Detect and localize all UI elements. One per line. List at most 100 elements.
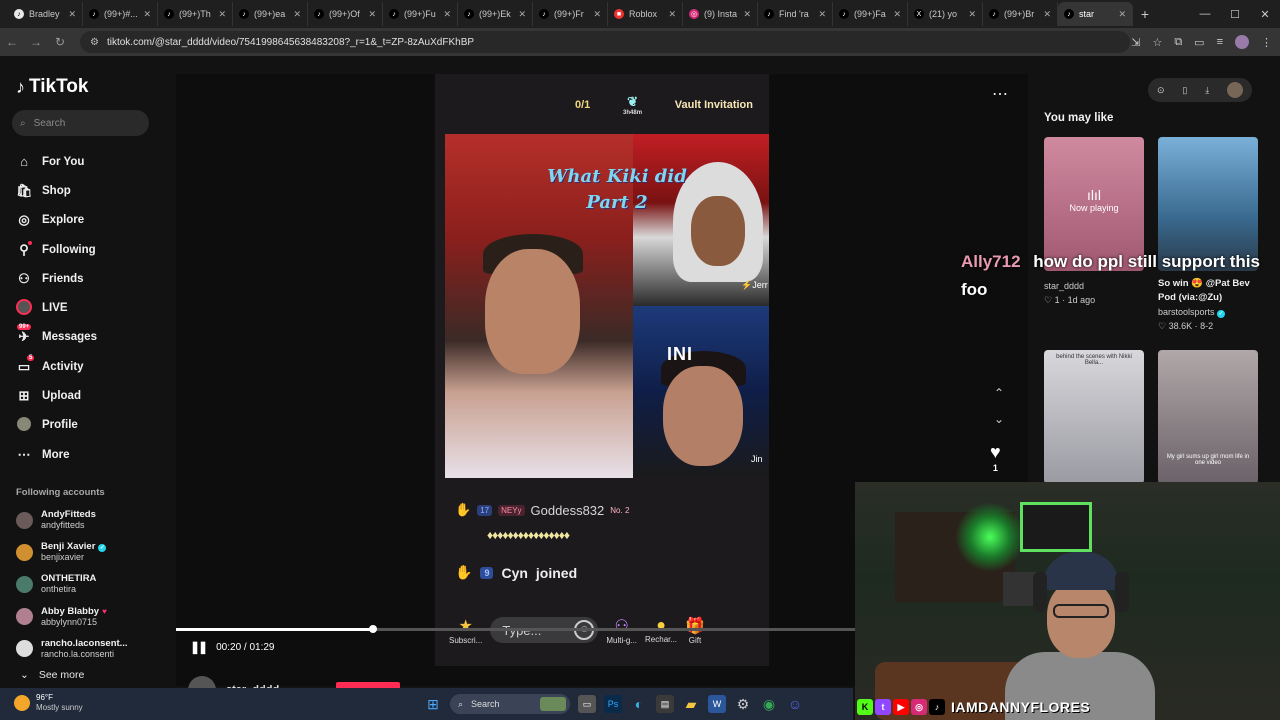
profile-avatar[interactable] — [1235, 35, 1249, 49]
more-options-icon[interactable]: ⋯ — [992, 84, 1008, 104]
pause-icon[interactable]: ❚❚ — [190, 640, 208, 654]
recommended-card[interactable]: My girl sums up girl mom life in one vid… — [1158, 350, 1258, 484]
more-icon: ⋯ — [17, 446, 31, 462]
site-info-icon[interactable]: ⚙ — [90, 37, 99, 48]
sidebar-item-explore[interactable]: ◎ Explore — [16, 206, 171, 235]
weather-widget[interactable]: 96°F Mostly sunny — [14, 693, 83, 713]
tab-label: (99+)Fr — [554, 9, 584, 19]
bookmark-star-icon[interactable]: ☆ — [1152, 36, 1162, 49]
tab-close-icon[interactable]: ✕ — [743, 9, 751, 20]
browser-tab[interactable]: ♪ (99+)Fu ✕ — [383, 2, 458, 26]
reload-icon[interactable]: ↻ — [48, 35, 72, 49]
sidepanel-icon[interactable]: ▭ — [1194, 36, 1204, 49]
account-name: AndyFitteds — [41, 509, 96, 520]
sidebar-item-messages[interactable]: ✈ Messages 99+ — [16, 323, 171, 352]
browser-tab[interactable]: ♪ Bradley ✕ — [8, 2, 83, 26]
discord-icon[interactable]: ☺ — [786, 695, 804, 713]
browser-tab[interactable]: ♪ (99+)#... ✕ — [83, 2, 158, 26]
download-icon[interactable]: ⤓ — [1205, 85, 1209, 96]
browser-tab[interactable]: ♪ (99+)ea ✕ — [233, 2, 308, 26]
menu-lines-icon[interactable]: ≡ — [1217, 36, 1223, 48]
browser-tab[interactable]: ♪ (99+)Fr ✕ — [533, 2, 608, 26]
browser-tab[interactable]: X (21) yo ✕ — [908, 2, 983, 26]
chevron-down-icon[interactable]: ⌄ — [994, 412, 1004, 426]
file-explorer-icon[interactable]: ▰ — [682, 695, 700, 713]
browser-tab[interactable]: ♪ Find 'ra ✕ — [758, 2, 833, 26]
video-frame[interactable]: 0/1 ❦ 3h48m Vault Invitation What Kiki d… — [435, 74, 769, 666]
browser-tab[interactable]: ♪ (99+)Th ✕ — [158, 2, 233, 26]
install-icon[interactable]: ⇲ — [1131, 36, 1140, 49]
tab-close-icon[interactable]: ✕ — [968, 9, 976, 20]
tab-close-icon[interactable]: ✕ — [593, 9, 601, 20]
task-view-icon[interactable]: ▭ — [578, 695, 596, 713]
sidebar-item-label: Upload — [42, 390, 81, 403]
maximize-icon[interactable]: ☐ — [1220, 8, 1250, 21]
search-input[interactable]: ⌕ Search — [12, 110, 149, 136]
tab-close-icon[interactable]: ✕ — [293, 9, 301, 20]
browser-tab[interactable]: ♪ (99+)Fa ✕ — [833, 2, 908, 26]
browser-tab[interactable]: ♪ star ✕ — [1058, 2, 1133, 26]
sidebar-item-shop[interactable]: 🛍 Shop — [16, 176, 171, 205]
live-chat-message: ✋ 17 NEYy Goddess832 No. 2 — [455, 502, 765, 518]
sidebar-item-upload[interactable]: ⊞ Upload — [16, 381, 171, 410]
windows-start-icon[interactable]: ⊞ — [424, 695, 442, 713]
card-thumbnail[interactable]: behind the scenes with Nikki Bella... — [1044, 350, 1144, 484]
sidebar-item-following[interactable]: ⚲ Following — [16, 235, 171, 264]
following-account[interactable]: AndyFitteds andyfitteds — [16, 504, 172, 536]
video-progress-bar[interactable] — [176, 625, 856, 633]
sidebar-item-profile[interactable]: Profile — [16, 411, 171, 440]
coins-icon[interactable]: ⊙ — [1157, 85, 1165, 96]
sidebar-item-more[interactable]: ⋯ More — [16, 440, 171, 469]
browser-tab[interactable]: ♪ (99+)Ek ✕ — [458, 2, 533, 26]
new-tab-button[interactable]: + — [1133, 6, 1157, 22]
phone-icon[interactable]: ▯ — [1182, 85, 1187, 96]
sidebar-item-live[interactable]: LIVE — [16, 293, 171, 322]
card-thumbnail[interactable]: My girl sums up girl mom life in one vid… — [1158, 350, 1258, 484]
like-button[interactable]: ♥ 1 — [990, 442, 1001, 473]
browser-tab[interactable]: ■ Roblox ✕ — [608, 2, 683, 26]
edge-icon[interactable]: ◐ — [630, 695, 648, 713]
url-field[interactable]: ⚙ tiktok.com/@star_dddd/video/7541998645… — [80, 31, 1130, 53]
browser-tab[interactable]: ◎ (9) Insta ✕ — [683, 2, 758, 26]
back-icon[interactable]: ← — [0, 35, 24, 49]
taskbar-search[interactable]: ⌕ Search — [450, 694, 570, 714]
panel-bottom-right — [633, 306, 769, 478]
tab-close-icon[interactable]: ✕ — [818, 9, 826, 20]
tab-close-icon[interactable]: ✕ — [518, 9, 526, 20]
tiktok-logo[interactable]: ♪ TikTok — [16, 76, 88, 98]
browser-tab[interactable]: ♪ (99+)Br ✕ — [983, 2, 1058, 26]
sidebar-item-activity[interactable]: ▭ Activity 5 — [16, 352, 171, 381]
following-account[interactable]: Abby Blabby ♥ abbylynn0715 — [16, 601, 172, 633]
forward-icon[interactable]: → — [24, 35, 48, 49]
following-account[interactable]: Benji Xavier ✓ benjixavier — [16, 536, 172, 568]
tab-close-icon[interactable]: ✕ — [1043, 9, 1051, 20]
tab-close-icon[interactable]: ✕ — [668, 9, 676, 20]
see-more-button[interactable]: ⌄ See more — [20, 669, 84, 681]
following-account[interactable]: rancho.laconsent... rancho.la.consenti — [16, 633, 172, 665]
tab-close-icon[interactable]: ✕ — [1118, 9, 1126, 20]
sidebar-item-friends[interactable]: ⚇ Friends — [16, 264, 171, 293]
tab-close-icon[interactable]: ✕ — [143, 9, 151, 20]
kebab-menu-icon[interactable]: ⋮ — [1261, 36, 1272, 49]
settings-gear-icon[interactable]: ⚙ — [734, 695, 752, 713]
chevron-up-icon[interactable]: ⌃ — [994, 386, 1004, 400]
extensions-icon[interactable]: ⧉ — [1174, 36, 1182, 49]
tab-close-icon[interactable]: ✕ — [368, 9, 376, 20]
recommended-card[interactable]: behind the scenes with Nikki Bella... — [1044, 350, 1144, 484]
browser-tab[interactable]: ♪ (99+)Of ✕ — [308, 2, 383, 26]
tab-close-icon[interactable]: ✕ — [893, 9, 901, 20]
progress-knob[interactable] — [369, 625, 377, 633]
store-icon[interactable]: ▤ — [656, 695, 674, 713]
tab-close-icon[interactable]: ✕ — [68, 9, 76, 20]
sidebar-item-for-you[interactable]: ⌂ For You — [16, 147, 171, 176]
user-avatar[interactable] — [1227, 82, 1244, 98]
streamer-face — [1047, 580, 1115, 658]
following-account[interactable]: ONTHETIRA onthetira — [16, 568, 172, 600]
minimize-icon[interactable]: — — [1190, 8, 1220, 20]
tab-close-icon[interactable]: ✕ — [218, 9, 226, 20]
close-window-icon[interactable]: ✕ — [1250, 8, 1280, 21]
chrome-icon[interactable]: ◉ — [760, 695, 778, 713]
photoshop-icon[interactable]: Ps — [604, 695, 622, 713]
tab-close-icon[interactable]: ✕ — [443, 9, 451, 20]
word-icon[interactable]: W — [708, 695, 726, 713]
